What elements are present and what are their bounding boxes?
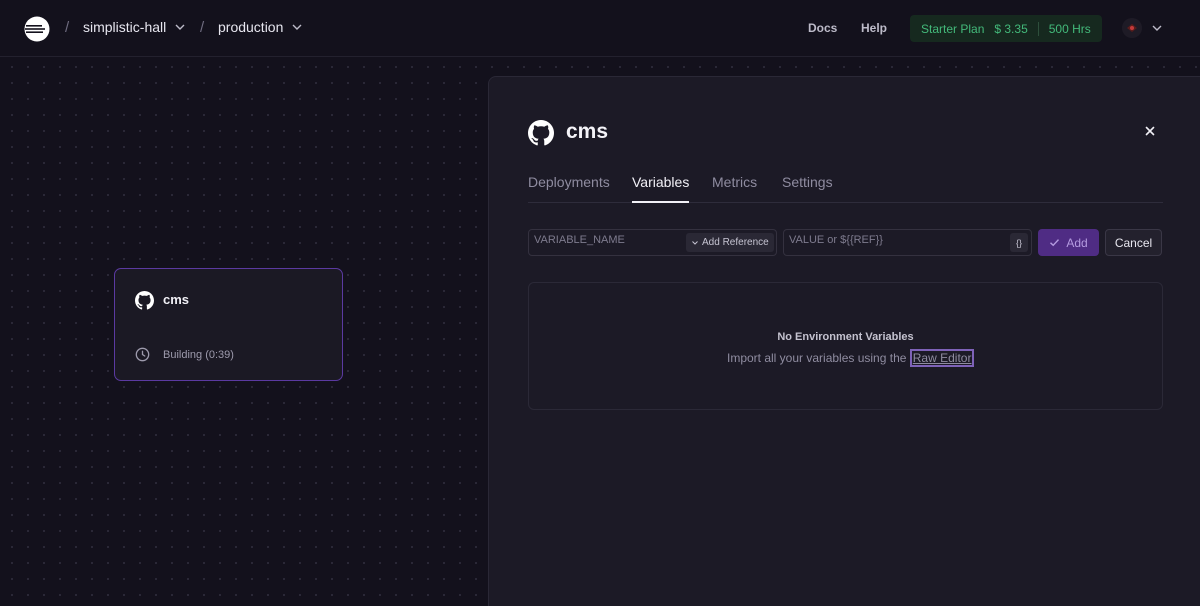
- clock-icon: [135, 347, 150, 362]
- plan-hours: 500 Hrs: [1048, 21, 1091, 36]
- service-name: cms: [163, 292, 190, 307]
- new-variable-form: Add Reference {} Add Cancel: [528, 229, 1163, 256]
- plan-cost: $ 3.35: [994, 21, 1028, 36]
- variable-value-field: {}: [783, 229, 1032, 256]
- top-bar: / simplistic-hall / production Docs Help…: [0, 0, 1200, 57]
- project-name: simplistic-hall: [83, 19, 167, 35]
- plan-badge[interactable]: Starter Plan $ 3.35 500 Hrs: [910, 15, 1102, 42]
- environment-selector[interactable]: production: [218, 19, 303, 35]
- chevron-down-icon: [175, 24, 185, 30]
- add-button-label: Add: [1066, 235, 1088, 250]
- check-icon: [1050, 239, 1060, 247]
- environment-name: production: [218, 19, 284, 35]
- project-selector[interactable]: simplistic-hall: [83, 19, 186, 35]
- plan-name: Starter Plan: [921, 21, 985, 36]
- tab-variables[interactable]: Variables: [632, 174, 690, 203]
- avatar-image: [1122, 18, 1142, 38]
- help-link[interactable]: Help: [861, 21, 887, 35]
- add-reference-label: Add Reference: [702, 237, 769, 248]
- avatar[interactable]: [1122, 18, 1142, 38]
- breadcrumb-separator: /: [65, 19, 70, 36]
- cancel-button[interactable]: Cancel: [1105, 229, 1162, 256]
- docs-link[interactable]: Docs: [808, 21, 837, 35]
- chevron-down-icon: [692, 240, 698, 245]
- chevron-down-icon: [292, 24, 302, 30]
- empty-state-description: Import all your variables using the Raw …: [727, 349, 975, 367]
- variables-empty-state: No Environment Variables Import all your…: [528, 282, 1163, 410]
- breadcrumb-separator: /: [200, 19, 205, 36]
- chevron-down-icon[interactable]: [1151, 22, 1163, 34]
- tab-deployments[interactable]: Deployments: [528, 174, 610, 203]
- add-reference-button[interactable]: Add Reference: [686, 233, 774, 252]
- variable-name-field: Add Reference: [528, 229, 777, 256]
- github-icon: [528, 120, 554, 146]
- reference-braces-button[interactable]: {}: [1010, 233, 1028, 252]
- panel-title: cms: [566, 120, 609, 143]
- add-button[interactable]: Add: [1038, 229, 1099, 256]
- tab-metrics[interactable]: Metrics: [712, 174, 757, 203]
- plan-divider: [1037, 21, 1039, 36]
- github-icon: [135, 291, 154, 310]
- close-icon[interactable]: [1143, 124, 1157, 138]
- empty-state-text: Import all your variables using the: [727, 351, 910, 365]
- service-status: Building (0:39): [163, 349, 234, 361]
- tab-settings[interactable]: Settings: [782, 174, 833, 203]
- variable-name-input[interactable]: [534, 234, 684, 246]
- panel-tabs: Deployments Variables Metrics Settings: [528, 174, 1163, 203]
- empty-state-title: No Environment Variables: [777, 331, 914, 343]
- service-card[interactable]: cms Building (0:39): [114, 268, 343, 381]
- logo-icon[interactable]: [24, 16, 50, 42]
- variable-value-input[interactable]: [789, 234, 939, 246]
- service-panel: cms Deployments Variables Metrics Settin…: [488, 76, 1200, 606]
- raw-editor-link[interactable]: Raw Editor: [909, 349, 975, 367]
